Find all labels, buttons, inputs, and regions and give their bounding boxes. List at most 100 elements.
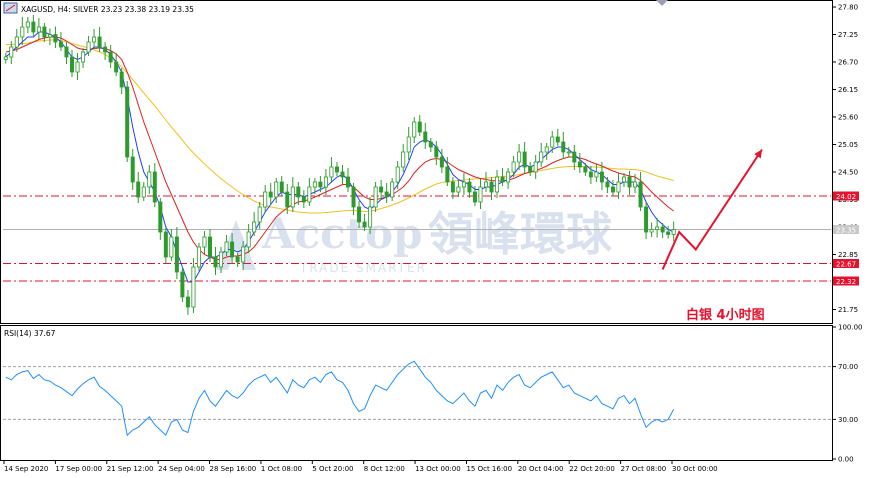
- candle: [174, 227, 179, 279]
- candle-body-down: [644, 206, 649, 233]
- x-tick-label: 1 Oct 08:00: [261, 465, 302, 473]
- candle-body-up: [36, 26, 41, 33]
- candle-body-down: [152, 171, 157, 203]
- candle: [412, 117, 417, 143]
- candle: [152, 163, 157, 207]
- candle: [417, 115, 422, 136]
- candle-body-down: [158, 201, 163, 233]
- candle-body-down: [428, 141, 433, 148]
- candle: [213, 247, 218, 275]
- candle-body-up: [461, 181, 466, 188]
- chart-canvas: Acctop 領峰環球 TRADE SMARTER 27.8027.2526.7…: [0, 0, 863, 473]
- candle-body-up: [533, 161, 538, 173]
- candle-body-down: [423, 131, 428, 143]
- candle-body-up: [263, 191, 268, 208]
- candle-body-down: [136, 181, 141, 198]
- candle-body-down: [439, 156, 444, 168]
- candle-body-down: [445, 166, 450, 183]
- x-tick-label: 14 Sep 2020: [4, 465, 48, 473]
- candle: [671, 221, 676, 242]
- candle-body-down: [561, 141, 566, 153]
- candle-body-up: [544, 146, 549, 153]
- candle-body-down: [296, 186, 301, 198]
- candle-body-up: [202, 236, 207, 248]
- candle: [290, 177, 295, 212]
- candle: [70, 50, 75, 77]
- candle-body-up: [368, 206, 373, 228]
- candle-body-up: [406, 136, 411, 153]
- candle-body-down: [185, 296, 190, 308]
- candle-body-up: [622, 176, 627, 183]
- candle: [423, 123, 428, 149]
- candle: [644, 202, 649, 239]
- scroll-marker-icon[interactable]: [656, 0, 668, 6]
- rsi-label: RSI(14) 37.67: [4, 329, 56, 338]
- candle-body-down: [362, 221, 367, 228]
- candle-body-down: [174, 236, 179, 273]
- chart-annotation: 白银 4小时图: [686, 307, 765, 323]
- candle-body-up: [655, 226, 660, 230]
- candle-body-down: [638, 181, 643, 208]
- candle-body-up: [539, 151, 544, 163]
- candle-body-up: [312, 181, 317, 188]
- candle: [191, 258, 196, 313]
- candle-body-down: [660, 226, 665, 233]
- price-panel-frame: [0, 0, 833, 324]
- candle: [329, 157, 334, 183]
- price-level-label-0: 24.02: [836, 193, 856, 201]
- candle: [495, 170, 500, 198]
- candle-body-down: [434, 146, 439, 158]
- candle-body-up: [75, 61, 80, 73]
- candle: [500, 168, 505, 186]
- candle: [47, 28, 52, 45]
- candle-body-up: [9, 46, 14, 58]
- candle: [544, 143, 549, 160]
- candle-body-up: [671, 229, 676, 235]
- candle: [528, 162, 533, 176]
- candle-body-down: [108, 51, 113, 63]
- candle-body-down: [340, 171, 345, 178]
- candle-body-down: [351, 186, 356, 208]
- candle-body-down: [70, 56, 75, 73]
- candle: [379, 180, 384, 200]
- candle-body-up: [616, 181, 621, 193]
- candle-body-down: [357, 206, 362, 223]
- candle: [456, 180, 461, 197]
- rsi-y-tick-label: 100.00: [838, 324, 863, 332]
- candle-body-down: [577, 161, 582, 168]
- candle-body-up: [566, 151, 571, 154]
- candle: [75, 53, 80, 80]
- price-y-tick-label: 25.05: [838, 141, 858, 149]
- candle: [610, 180, 615, 196]
- candle-body-down: [42, 26, 47, 38]
- symbol-header: XAGUSD, H4: SILVER 23.23 23.38 23.19 23.…: [3, 2, 194, 14]
- candle: [3, 53, 8, 64]
- candle: [605, 177, 610, 193]
- candle-body-down: [213, 256, 218, 268]
- candle-body-down: [31, 21, 36, 33]
- candle: [522, 142, 527, 173]
- candle: [108, 45, 113, 68]
- candle-body-down: [417, 121, 422, 133]
- candle-body-up: [47, 34, 52, 38]
- candle: [616, 173, 621, 199]
- candle-body-up: [274, 181, 279, 198]
- candle: [345, 168, 350, 192]
- candle: [185, 290, 190, 315]
- candle: [163, 226, 168, 263]
- candle: [141, 182, 146, 201]
- candle-body-down: [53, 34, 58, 43]
- x-tick-label: 24 Sep 04:00: [158, 465, 205, 473]
- candle: [461, 173, 466, 195]
- price-y-tick-label: 27.80: [838, 4, 858, 12]
- candle: [340, 165, 345, 184]
- candle: [483, 172, 488, 192]
- watermark-brand: Acctop: [261, 209, 423, 258]
- rsi-y-tick-label: 30.00: [838, 416, 858, 424]
- candle: [64, 42, 69, 64]
- candle: [119, 68, 124, 94]
- ma-slow-line: [5, 39, 674, 214]
- candle: [252, 212, 257, 236]
- candle-body-down: [180, 271, 185, 298]
- candle-body-down: [528, 166, 533, 173]
